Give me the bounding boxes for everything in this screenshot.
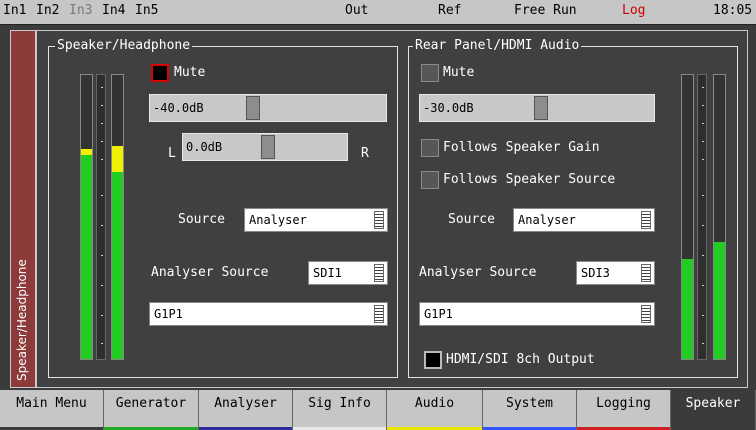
speaker-meter-left-peak [81,149,92,155]
follows-source-label: Follows Speaker Source [443,172,616,187]
balance-right-label: R [361,146,369,161]
clock: 18:05 [713,3,753,18]
rear-analyser-source-value: SDI3 [581,266,610,280]
tab-speaker[interactable]: Speaker [671,390,756,430]
speaker-gain-slider[interactable]: -40.0dB [149,94,387,122]
rear-meter-right [713,74,726,360]
speaker-analyser-source-label: Analyser Source [151,265,269,280]
rear-meter-scale [697,74,707,360]
tab-label: System [506,396,553,411]
tab-sig-info[interactable]: Sig Info [293,390,387,430]
rear-meter-left [681,74,694,360]
rear-meter-right-peak [714,242,725,245]
tab-system[interactable]: System [483,390,577,430]
speaker-gain-value: -40.0dB [153,101,204,115]
balance-left-label: L [168,146,176,161]
speaker-source-value: Analyser [249,213,307,227]
input-indicator-1: In1 [3,3,27,18]
speaker-meter-scale [96,74,106,360]
rear-group-title: Rear Panel/HDMI Audio [413,38,582,53]
speaker-meter-left [80,74,93,360]
out-indicator: Out [345,3,369,18]
rear-source-select[interactable]: Analyser [513,208,655,232]
rear-gain-knob[interactable] [534,96,548,120]
select-grip-icon [641,264,651,282]
speaker-balance-knob[interactable] [261,135,275,159]
rear-mute-checkbox[interactable] [421,64,439,82]
speaker-mute-label: Mute [174,65,206,80]
speaker-group-title: Speaker/Headphone [55,38,193,53]
tab-label: Speaker [685,396,741,411]
tab-label: Logging [596,396,651,411]
tab-label: Analyser [214,396,277,411]
side-tab-label: Speaker/Headphone [15,259,29,381]
rear-meter-right-level [714,245,725,359]
rear-meter-left-level [682,262,693,359]
hdmi-sdi-8ch-label: HDMI/SDI 8ch Output [446,352,595,367]
speaker-meter-right [111,74,124,360]
speaker-source-select[interactable]: Analyser [244,208,388,232]
rear-analyser-source-select[interactable]: SDI3 [576,261,655,285]
input-indicator-4: In4 [102,3,126,18]
log-indicator: Log [622,3,646,18]
rear-channel-value: G1P1 [424,307,453,321]
speaker-meter-left-level [81,155,92,359]
rear-meter-left-peak [682,259,693,262]
rear-gain-value: -30.0dB [423,101,474,115]
tab-main-menu[interactable]: Main Menu [0,390,104,430]
tab-analyser[interactable]: Analyser [199,390,293,430]
tab-audio[interactable]: Audio [387,390,483,430]
speaker-meter-right-level [112,172,123,359]
select-grip-icon [374,264,384,282]
rear-source-value: Analyser [518,213,576,227]
input-indicator-2: In2 [36,3,60,18]
speaker-source-label: Source [178,212,225,227]
speaker-meter-right-peak [112,146,123,172]
rear-channel-select[interactable]: G1P1 [419,302,655,326]
tab-label: Main Menu [16,396,87,411]
speaker-balance-value: 0.0dB [186,140,223,154]
input-indicator-3: In3 [69,3,93,18]
tab-label: Generator [115,396,187,411]
rear-mute-label: Mute [443,65,475,80]
status-bar: In1 In2 In3 In4 In5 Out Ref Free Run Log… [0,0,756,25]
rear-gain-slider[interactable]: -30.0dB [419,94,655,122]
speaker-channel-select[interactable]: G1P1 [149,302,388,326]
speaker-mute-checkbox[interactable] [151,64,169,82]
speaker-analyser-source-select[interactable]: SDI1 [308,261,388,285]
follows-gain-label: Follows Speaker Gain [443,140,600,155]
hdmi-sdi-8ch-checkbox[interactable] [424,351,442,369]
select-grip-icon [641,211,651,229]
rear-analyser-source-label: Analyser Source [419,265,537,280]
select-grip-icon [641,305,651,323]
speaker-balance-slider[interactable]: 0.0dB [182,133,348,161]
follows-source-checkbox[interactable] [421,171,439,189]
select-grip-icon [374,211,384,229]
ref-indicator: Ref [438,3,462,18]
rear-source-label: Source [448,212,495,227]
select-grip-icon [374,305,384,323]
mode-indicator: Free Run [514,3,577,18]
tab-label: Sig Info [308,396,371,411]
speaker-analyser-source-value: SDI1 [313,266,342,280]
follows-gain-checkbox[interactable] [421,139,439,157]
bottom-tab-bar: Main Menu Generator Analyser Sig Info Au… [0,390,756,430]
speaker-gain-knob[interactable] [246,96,260,120]
tab-logging[interactable]: Logging [577,390,671,430]
tab-generator[interactable]: Generator [104,390,199,430]
tab-label: Audio [414,396,455,411]
speaker-channel-value: G1P1 [154,307,183,321]
input-indicator-5: In5 [135,3,159,18]
side-tab-speaker-headphone[interactable]: Speaker/Headphone [10,30,36,388]
